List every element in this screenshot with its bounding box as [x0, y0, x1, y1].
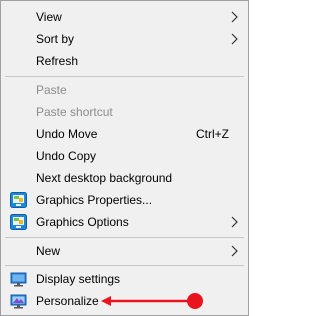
desktop-context-menu: View Sort by Refresh Paste Paste shortcu… — [0, 0, 249, 316]
red-arrow-annotation — [101, 293, 203, 309]
